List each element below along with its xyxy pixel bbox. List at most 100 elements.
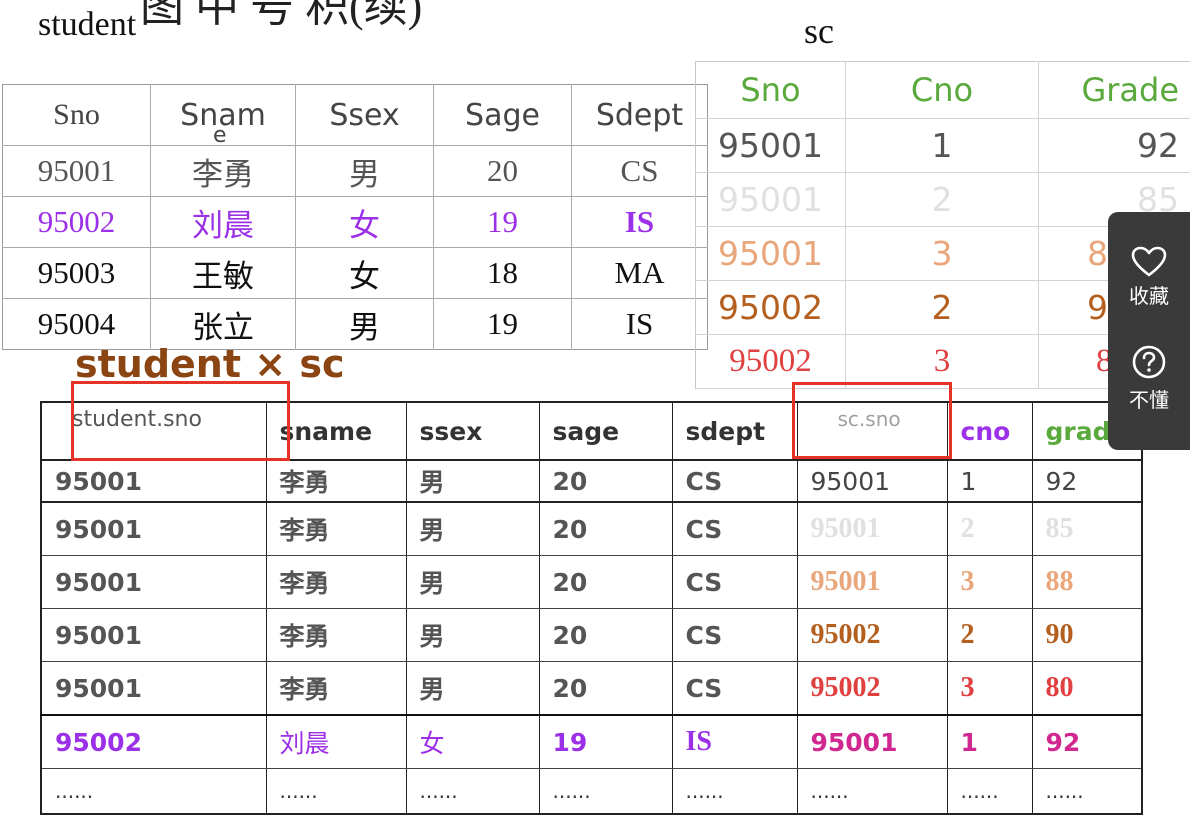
product-header-ssex: ssex [406, 402, 539, 460]
student-cell: CS [572, 146, 708, 197]
sc-header-cno: Cno [846, 62, 1039, 119]
product-cell: 20 [539, 502, 672, 556]
heart-icon [1131, 246, 1167, 278]
student-row: 95001 李勇 男 20 CS [3, 146, 708, 197]
student-header-row: Sno Snam e Ssex Sage Sdept [3, 85, 708, 146]
sc-cell: 2 [846, 281, 1039, 335]
product-cell: 19 [539, 715, 672, 769]
student-cell: 19 [434, 299, 572, 350]
sc-cell: 95002 [696, 281, 846, 335]
student-cell: 95003 [3, 248, 151, 299]
product-cell: 20 [539, 460, 672, 502]
student-header-sno: Sno [3, 85, 151, 146]
product-header-cno: cno [947, 402, 1032, 460]
product-cell: 90 [1032, 609, 1142, 662]
student-cell: IS [572, 299, 708, 350]
student-cell: 刘晨 [151, 197, 296, 248]
product-cell: 20 [539, 609, 672, 662]
ellipsis-cell: ...... [266, 769, 406, 815]
sc-header-sno: Sno [696, 62, 846, 119]
sc-cell: 3 [846, 227, 1039, 281]
product-cell: 男 [406, 609, 539, 662]
ellipsis-cell: ...... [539, 769, 672, 815]
sc-cell: 95001 [696, 173, 846, 227]
product-table: student.sno sname ssex sage sdept sc.sno… [40, 401, 1143, 815]
student-row: 95003 王敏 女 18 MA [3, 248, 708, 299]
sc-cell: 95002 [696, 335, 846, 389]
product-cell: CS [672, 460, 797, 502]
product-cell: 2 [947, 609, 1032, 662]
product-cell: 2 [947, 502, 1032, 556]
product-cell: 95001 [797, 502, 947, 556]
student-cell: 李勇 [151, 146, 296, 197]
student-sno-highlight-box [71, 381, 290, 461]
product-cell: CS [672, 502, 797, 556]
student-cell: 男 [296, 146, 434, 197]
product-cell: IS [672, 715, 797, 769]
product-row: 95002 刘晨 女 19 IS 95001 1 92 [41, 715, 1142, 769]
student-cell: 18 [434, 248, 572, 299]
product-cell: 李勇 [266, 662, 406, 716]
student-cell: 女 [296, 197, 434, 248]
student-cell: IS [572, 197, 708, 248]
student-table: Sno Snam e Ssex Sage Sdept 95001 李勇 男 20… [2, 84, 708, 350]
product-cell: 男 [406, 662, 539, 716]
product-header-sage: sage [539, 402, 672, 460]
sc-sno-highlight-box [792, 382, 952, 459]
student-cell: 95002 [3, 197, 151, 248]
student-cell: 20 [434, 146, 572, 197]
student-cell: 女 [296, 248, 434, 299]
sc-cell: 92 [1039, 119, 1190, 173]
favorite-label: 收藏 [1108, 280, 1190, 309]
product-cell: CS [672, 662, 797, 716]
product-cell: 88 [1032, 556, 1142, 609]
product-cell: 20 [539, 662, 672, 716]
product-row: 95001 李勇 男 20 CS 95001 2 85 [41, 502, 1142, 556]
student-header-sname: Snam e [151, 85, 296, 146]
product-cell: 20 [539, 556, 672, 609]
product-cell: 1 [947, 460, 1032, 502]
product-cell: CS [672, 556, 797, 609]
ellipsis-cell: ...... [1032, 769, 1142, 815]
product-cell: 李勇 [266, 609, 406, 662]
product-cell: 80 [1032, 662, 1142, 716]
student-cell: MA [572, 248, 708, 299]
student-header-overflow: e [213, 123, 227, 146]
question-icon [1131, 344, 1167, 380]
student-cell: 95001 [3, 146, 151, 197]
product-cell: 李勇 [266, 460, 406, 502]
ellipsis-cell: ...... [797, 769, 947, 815]
product-cell: 1 [947, 715, 1032, 769]
student-header-sdept: Sdept [572, 85, 708, 146]
product-cell: 男 [406, 502, 539, 556]
product-cell: 92 [1032, 460, 1142, 502]
product-title: student × sc [75, 342, 344, 386]
student-cell: 19 [434, 197, 572, 248]
product-cell: 95001 [41, 460, 266, 502]
favorite-button[interactable]: 收藏 [1108, 246, 1190, 309]
product-cell: 95001 [797, 715, 947, 769]
product-cell: 3 [947, 662, 1032, 716]
product-cell: 刘晨 [266, 715, 406, 769]
dont-understand-label: 不懂 [1108, 384, 1190, 413]
product-cell: 3 [947, 556, 1032, 609]
product-cell: 男 [406, 556, 539, 609]
product-cell: 女 [406, 715, 539, 769]
ellipsis-cell: ...... [947, 769, 1032, 815]
product-cell: 95001 [41, 556, 266, 609]
product-row: 95001 李勇 男 20 CS 95001 1 92 [41, 460, 1142, 502]
product-cell: 95001 [797, 460, 947, 502]
product-cell: 85 [1032, 502, 1142, 556]
sc-cell: 1 [846, 119, 1039, 173]
product-row: 95001 李勇 男 20 CS 95002 2 90 [41, 609, 1142, 662]
sc-cell: 3 [846, 335, 1039, 389]
sc-row: 95001 1 92 [696, 119, 1190, 173]
product-cell: 男 [406, 460, 539, 502]
product-cell: CS [672, 609, 797, 662]
student-row: 95002 刘晨 女 19 IS [3, 197, 708, 248]
product-cell: 95002 [797, 662, 947, 716]
dont-understand-button[interactable]: 不懂 [1108, 344, 1190, 413]
product-cell: 95001 [797, 556, 947, 609]
product-cell: 95001 [41, 502, 266, 556]
ellipsis-cell: ...... [406, 769, 539, 815]
